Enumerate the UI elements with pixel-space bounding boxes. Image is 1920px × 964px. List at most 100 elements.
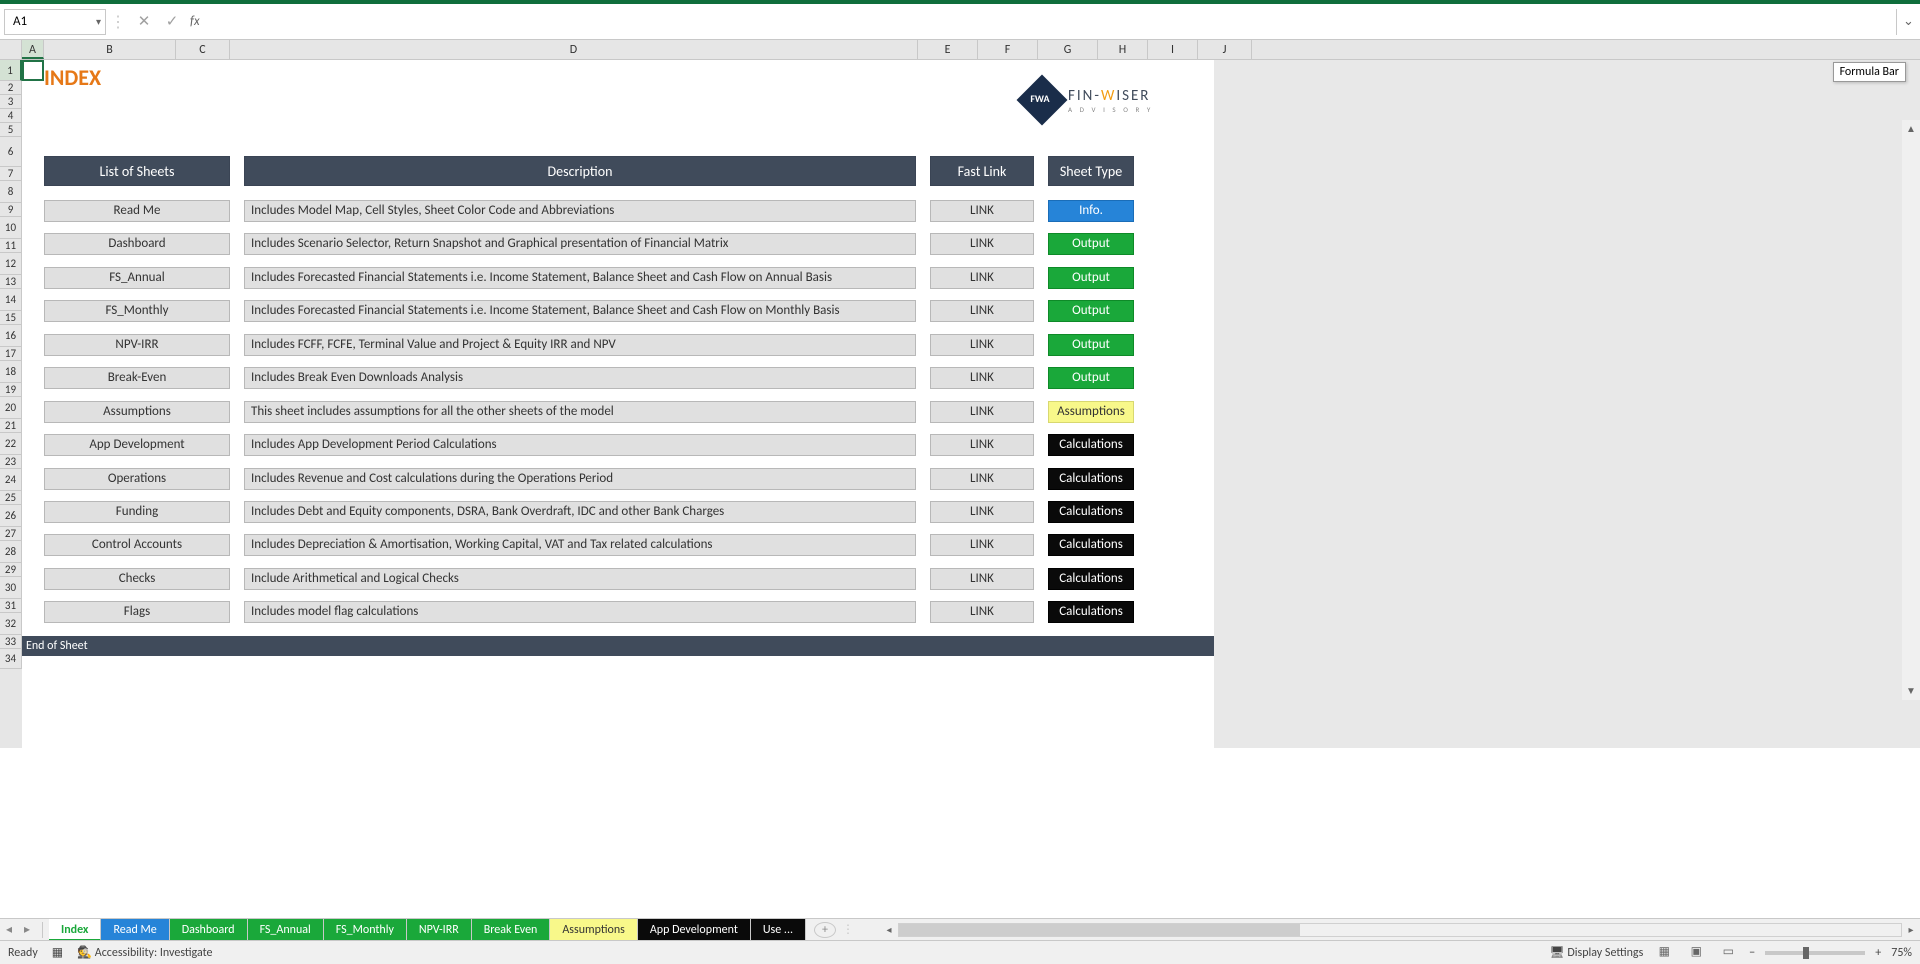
macro-record-icon[interactable]: ▦ [52, 945, 63, 960]
sheet-tab[interactable]: FS_Annual [248, 919, 324, 941]
tab-nav-next-icon[interactable]: ▸ [18, 922, 36, 937]
sheet-tab[interactable]: NPV-IRR [407, 919, 472, 941]
row-headers: 1234567891011121314151617181920212223242… [0, 60, 22, 748]
row-header[interactable]: 20 [0, 397, 22, 419]
sheet-tab[interactable]: Dashboard [170, 919, 248, 941]
row-header[interactable]: 1 [0, 60, 22, 81]
zoom-thumb[interactable] [1803, 947, 1809, 959]
scroll-down-icon[interactable]: ▼ [1902, 682, 1920, 700]
row-header[interactable]: 2 [0, 81, 22, 95]
formula-bar: A1 ▾ ⋮ ✕ ✓ fx ⌄ [0, 4, 1920, 40]
formula-input[interactable] [200, 9, 1896, 35]
sheet-tab[interactable]: Use ... [751, 919, 806, 941]
sheet-tab[interactable]: Break Even [472, 919, 551, 941]
vertical-scrollbar[interactable]: ▲ ▼ [1902, 120, 1920, 700]
row-header[interactable]: 9 [0, 203, 22, 217]
fast-link-cell[interactable]: LINK [930, 434, 1034, 456]
row-header[interactable]: 29 [0, 563, 22, 577]
sheet-tab[interactable]: Index [49, 919, 101, 941]
page-break-view-icon[interactable]: ▭ [1717, 944, 1739, 962]
row-header[interactable]: 14 [0, 289, 22, 311]
column-header[interactable]: J [1198, 40, 1252, 59]
fast-link-cell[interactable]: LINK [930, 267, 1034, 289]
hscroll-track[interactable] [898, 923, 1902, 937]
column-header[interactable]: A [22, 40, 44, 59]
fast-link-cell[interactable]: LINK [930, 200, 1034, 222]
column-header[interactable]: E [918, 40, 978, 59]
row-header[interactable]: 4 [0, 109, 22, 123]
row-header[interactable]: 8 [0, 181, 22, 203]
scroll-left-icon[interactable]: ◂ [880, 923, 898, 936]
row-header[interactable]: 10 [0, 217, 22, 239]
row-header[interactable]: 25 [0, 491, 22, 505]
fast-link-cell[interactable]: LINK [930, 568, 1034, 590]
row-header[interactable]: 6 [0, 137, 22, 167]
sheet-content[interactable]: INDEX FIN-WISER A D V I S O R Y List of … [22, 60, 1920, 748]
column-header[interactable]: G [1038, 40, 1098, 59]
sheet-tab[interactable]: Assumptions [550, 919, 637, 941]
row-header[interactable]: 17 [0, 347, 22, 361]
hscroll-thumb[interactable] [899, 924, 1300, 936]
row-header[interactable]: 30 [0, 577, 22, 599]
row-header[interactable]: 5 [0, 123, 22, 137]
scroll-right-icon[interactable]: ▸ [1902, 923, 1920, 936]
sheet-tab[interactable]: Read Me [101, 919, 169, 941]
row-header[interactable]: 27 [0, 527, 22, 541]
row-header[interactable]: 15 [0, 311, 22, 325]
row-header[interactable]: 21 [0, 419, 22, 433]
select-all-corner[interactable] [0, 40, 22, 59]
page-layout-view-icon[interactable]: ▣ [1685, 944, 1707, 962]
fast-link-cell[interactable]: LINK [930, 300, 1034, 322]
expand-formula-icon[interactable]: ⌄ [1896, 9, 1920, 35]
add-sheet-icon[interactable]: + [814, 922, 836, 938]
column-header[interactable]: H [1098, 40, 1148, 59]
tab-nav-prev-icon[interactable]: ◂ [0, 922, 18, 937]
scroll-up-icon[interactable]: ▲ [1902, 120, 1920, 138]
column-header[interactable]: D [230, 40, 918, 59]
fast-link-cell[interactable]: LINK [930, 334, 1034, 356]
cancel-icon[interactable]: ✕ [130, 12, 158, 31]
accessibility-status[interactable]: 🕵 Accessibility: Investigate [77, 945, 212, 960]
zoom-slider[interactable] [1765, 951, 1865, 955]
row-header[interactable]: 12 [0, 253, 22, 275]
zoom-out-icon[interactable]: − [1749, 946, 1755, 960]
fast-link-cell[interactable]: LINK [930, 501, 1034, 523]
name-box[interactable]: A1 ▾ [4, 9, 106, 35]
zoom-in-icon[interactable]: + [1875, 946, 1881, 960]
row-header[interactable]: 19 [0, 383, 22, 397]
row-header[interactable]: 11 [0, 239, 22, 253]
fast-link-cell[interactable]: LINK [930, 233, 1034, 255]
normal-view-icon[interactable]: ▦ [1653, 944, 1675, 962]
row-header[interactable]: 23 [0, 455, 22, 469]
row-header[interactable]: 34 [0, 649, 22, 669]
row-header[interactable]: 18 [0, 361, 22, 383]
row-header[interactable]: 22 [0, 433, 22, 455]
column-header[interactable]: C [176, 40, 230, 59]
zoom-level[interactable]: 75% [1891, 946, 1912, 960]
fx-icon[interactable]: fx [190, 14, 200, 29]
fast-link-cell[interactable]: LINK [930, 601, 1034, 623]
sheet-tab[interactable]: FS_Monthly [324, 919, 407, 941]
row-header[interactable]: 26 [0, 505, 22, 527]
row-header[interactable]: 16 [0, 325, 22, 347]
chevron-down-icon[interactable]: ▾ [96, 15, 101, 28]
fast-link-cell[interactable]: LINK [930, 401, 1034, 423]
horizontal-scrollbar[interactable]: ◂ ▸ [880, 923, 1920, 937]
fast-link-cell[interactable]: LINK [930, 367, 1034, 389]
fast-link-cell[interactable]: LINK [930, 468, 1034, 490]
row-header[interactable]: 13 [0, 275, 22, 289]
enter-icon[interactable]: ✓ [158, 12, 186, 31]
row-header[interactable]: 7 [0, 167, 22, 181]
row-header[interactable]: 24 [0, 469, 22, 491]
row-header[interactable]: 28 [0, 541, 22, 563]
fast-link-cell[interactable]: LINK [930, 534, 1034, 556]
row-header[interactable]: 31 [0, 599, 22, 613]
sheet-tab[interactable]: App Development [638, 919, 751, 941]
column-header[interactable]: I [1148, 40, 1198, 59]
row-header[interactable]: 33 [0, 635, 22, 649]
row-header[interactable]: 3 [0, 95, 22, 109]
column-header[interactable]: B [44, 40, 176, 59]
row-header[interactable]: 32 [0, 613, 22, 635]
display-settings-button[interactable]: 🖥 Display Settings [1549, 945, 1643, 960]
column-header[interactable]: F [978, 40, 1038, 59]
